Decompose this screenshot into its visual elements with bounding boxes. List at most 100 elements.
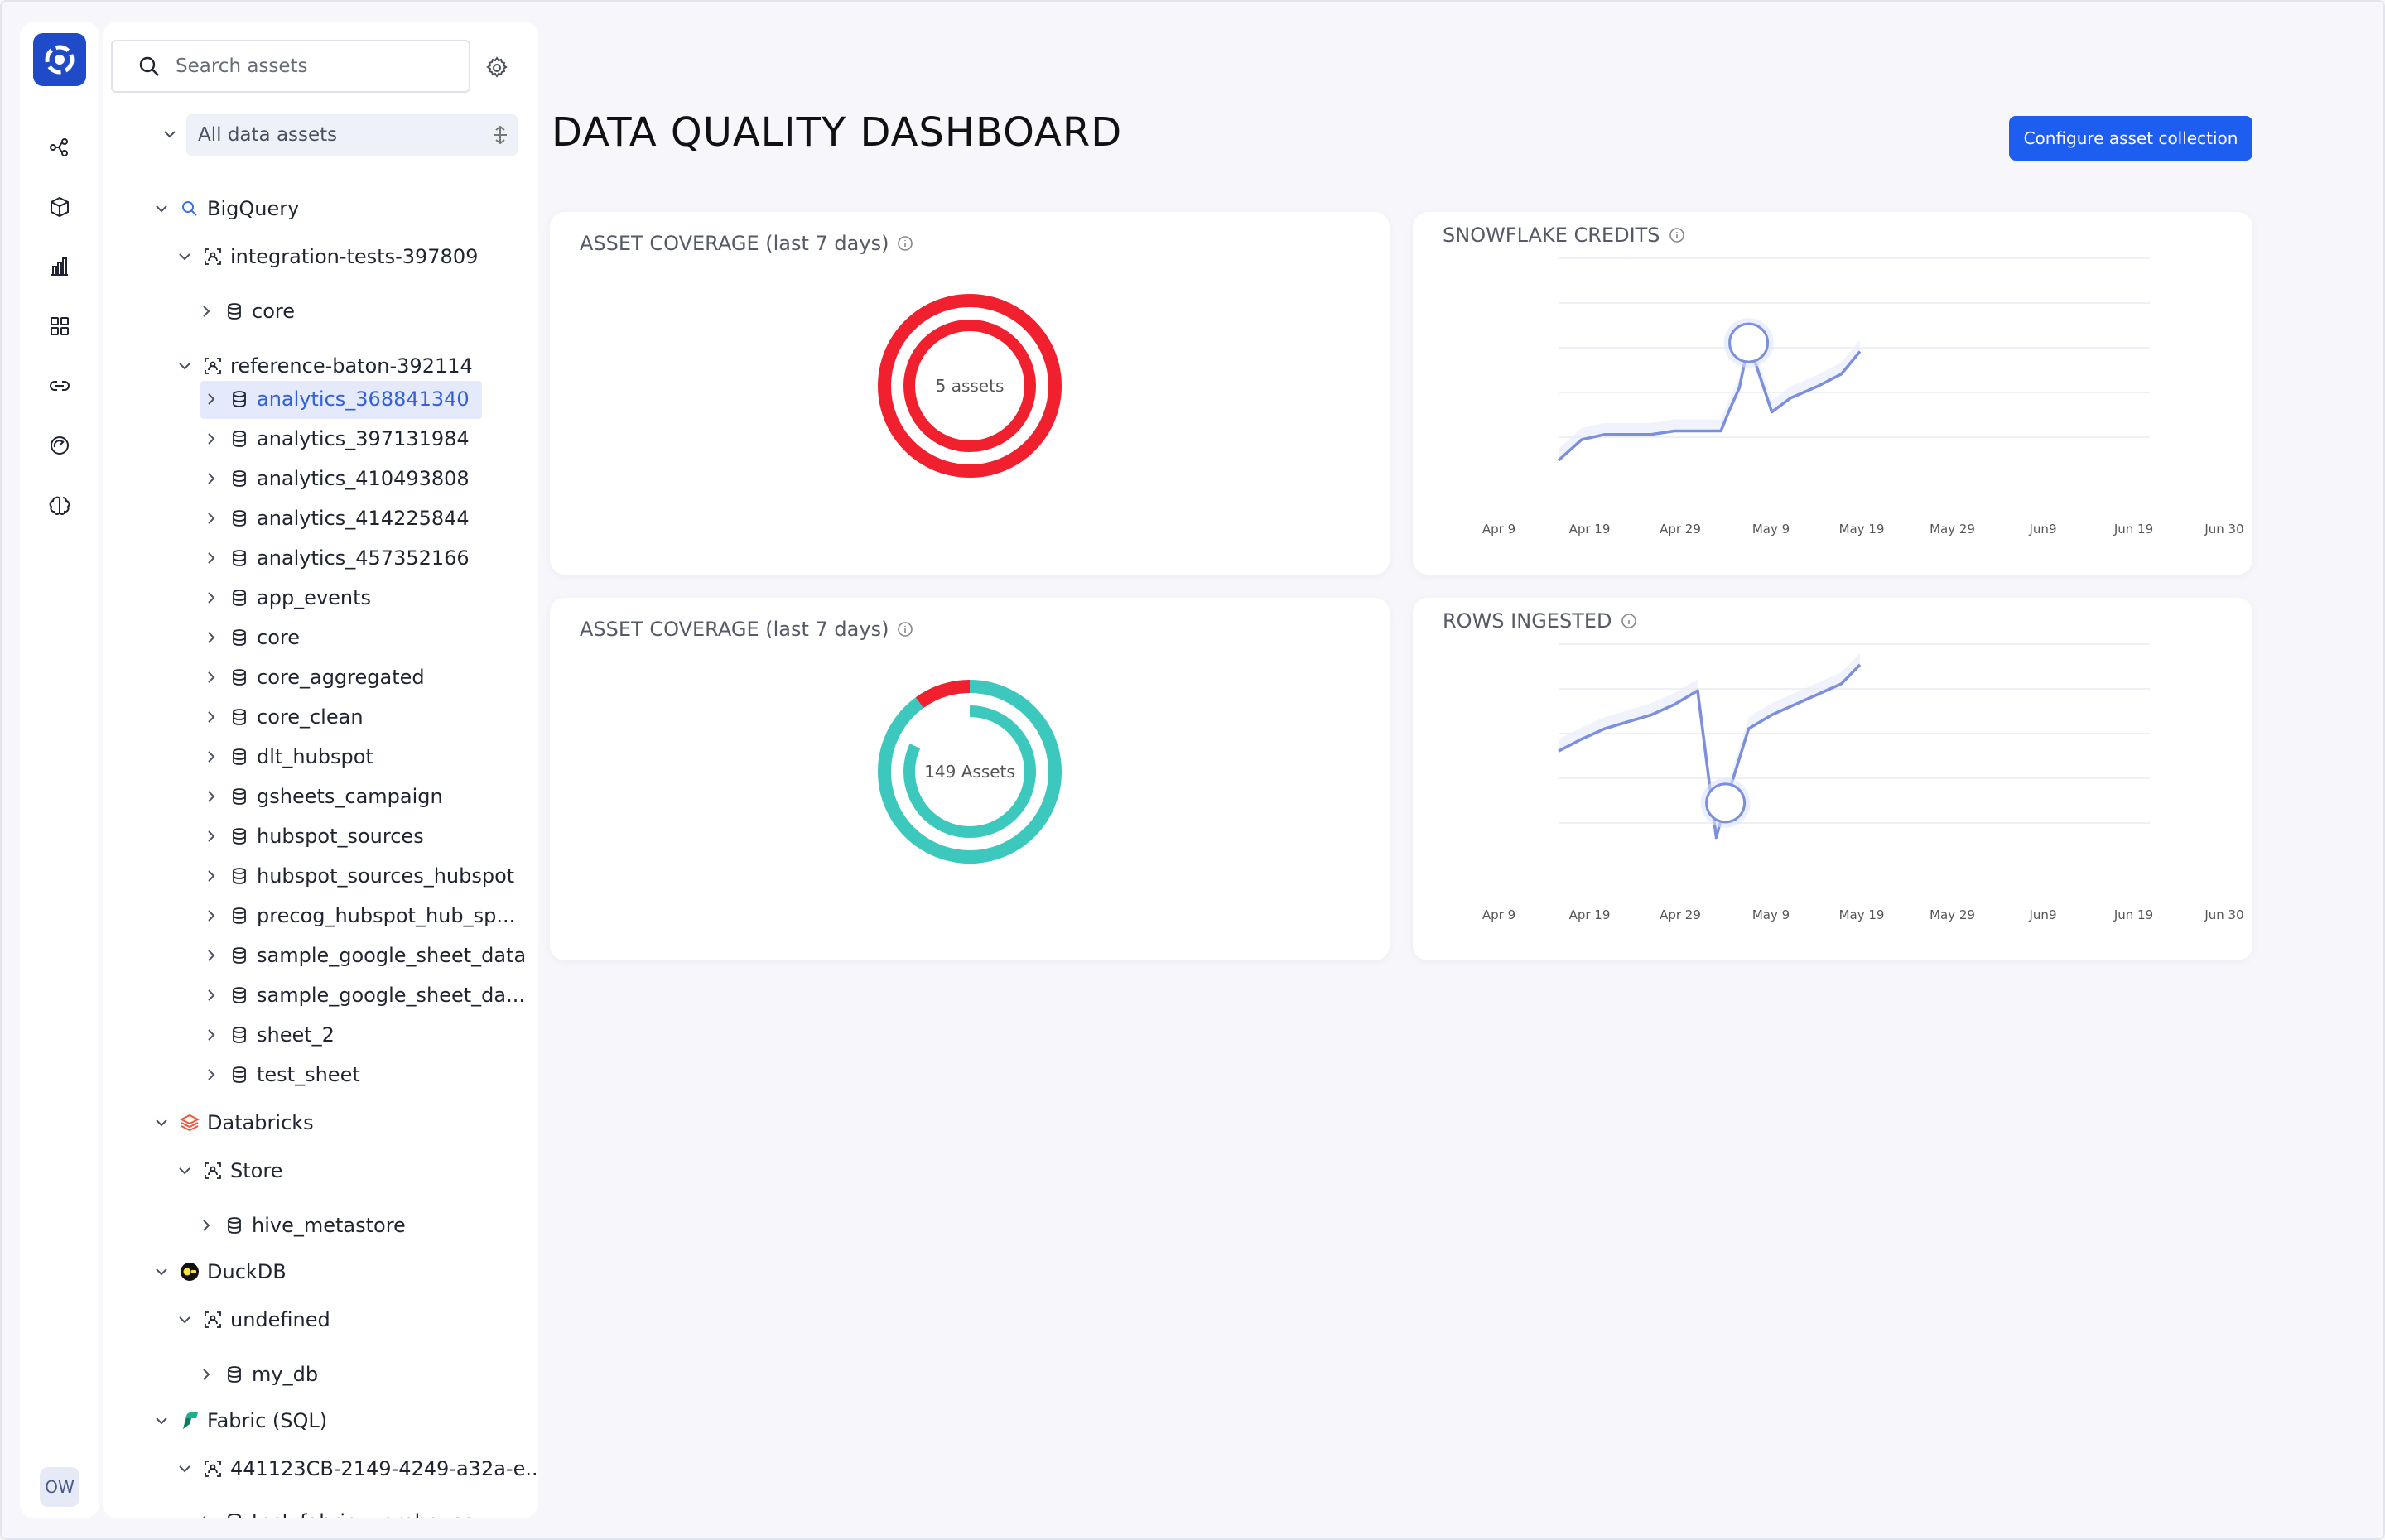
tree-item-label: sample_google_sheet_data — [257, 944, 527, 967]
tree-item-duckdb[interactable]: DuckDB — [151, 1254, 287, 1290]
donut-center-label: 5 assets — [936, 376, 1005, 396]
chevron-right-icon[interactable] — [200, 630, 222, 645]
chevron-right-icon[interactable] — [200, 829, 222, 844]
tree-item-dataset[interactable]: analytics_368841340 — [200, 381, 470, 417]
chevron-right-icon[interactable] — [195, 1218, 217, 1233]
chevron-right-icon[interactable] — [200, 670, 222, 685]
tree-item-dataset[interactable]: hubspot_sources — [200, 818, 424, 854]
search-input[interactable] — [176, 55, 449, 77]
x-tick-label: Apr 29 — [1660, 907, 1701, 922]
gear-icon[interactable] — [482, 53, 512, 83]
tree-item-label: core_aggregated — [257, 666, 425, 689]
x-tick-label: Apr 19 — [1569, 907, 1611, 922]
chevron-right-icon[interactable] — [200, 710, 222, 724]
chevron-right-icon[interactable] — [195, 1514, 217, 1518]
chevron-down-icon[interactable] — [151, 1264, 172, 1279]
user-avatar[interactable]: OW — [40, 1467, 80, 1507]
chevron-down-icon[interactable] — [151, 201, 172, 216]
project-icon — [202, 1311, 224, 1329]
tree-item-project[interactable]: Store — [174, 1153, 282, 1189]
chevron-right-icon[interactable] — [200, 1067, 222, 1082]
tree-item-dataset[interactable]: test_fabric_warehouse — [195, 1504, 475, 1518]
tree-item-project[interactable]: reference-baton-392114 — [174, 348, 473, 384]
tree-item-dataset[interactable]: test_sheet — [200, 1056, 360, 1093]
tree-item-dataset[interactable]: analytics_457352166 — [200, 540, 470, 576]
tree-item-dataset[interactable]: core — [200, 619, 300, 656]
tree-item-dataset[interactable]: sample_google_sheet_data — [200, 937, 526, 974]
chevron-right-icon[interactable] — [200, 511, 222, 526]
tree-item-dataset[interactable]: sheet_2 — [200, 1017, 335, 1053]
grid-icon[interactable] — [45, 311, 75, 341]
x-tick-label: Jun9 — [2029, 907, 2057, 922]
x-tick-label: May 19 — [1839, 907, 1885, 922]
x-tick-label: May 29 — [1930, 522, 1975, 537]
chevron-right-icon[interactable] — [200, 789, 222, 804]
all-data-assets-label: All data assets — [198, 124, 338, 146]
collapse-all-icon[interactable] — [491, 125, 509, 150]
tree-item-dataset[interactable]: precog_hubspot_hub_sp... — [200, 898, 515, 934]
bar-chart-icon[interactable] — [45, 252, 75, 282]
tree-item-label: hubspot_sources_hubspot — [257, 864, 515, 888]
chevron-right-icon[interactable] — [200, 908, 222, 923]
tree-item-bigquery[interactable]: BigQuery — [151, 190, 299, 227]
chevron-down-icon[interactable] — [151, 1413, 172, 1428]
tree-item-dataset[interactable]: analytics_410493808 — [200, 460, 470, 497]
tree-item-dataset[interactable]: core_clean — [200, 699, 364, 735]
tree-item-dataset[interactable]: hive_metastore — [195, 1207, 406, 1244]
tree-item-databricks[interactable]: Databricks — [151, 1104, 314, 1141]
chevron-down-icon[interactable] — [174, 1163, 195, 1178]
chevron-down-icon[interactable] — [151, 1115, 172, 1130]
tree-item-label: precog_hubspot_hub_sp... — [257, 904, 516, 927]
series-line — [1557, 341, 1862, 462]
cube-icon[interactable] — [45, 192, 75, 222]
project-icon — [202, 1460, 224, 1478]
tree-item-project[interactable]: integration-tests-397809 — [174, 238, 478, 275]
chevron-right-icon[interactable] — [195, 1367, 217, 1382]
tree-item-dataset[interactable]: dlt_hubspot — [200, 739, 373, 775]
tree-item-label: undefined — [230, 1308, 330, 1331]
x-tick-label: Jun 19 — [2113, 907, 2153, 922]
asset-coverage-donut-2: 149 Assets — [878, 680, 1062, 864]
tree-item-dataset[interactable]: gsheets_campaign — [200, 778, 443, 815]
tree-item-dataset[interactable]: hubspot_sources_hubspot — [200, 858, 514, 894]
brain-icon[interactable] — [45, 490, 75, 520]
chevron-down-icon[interactable] — [174, 359, 195, 373]
chevron-right-icon[interactable] — [195, 304, 217, 319]
chevron-down-icon[interactable] — [174, 249, 195, 264]
chevron-right-icon[interactable] — [200, 431, 222, 446]
chevron-right-icon[interactable] — [200, 392, 222, 407]
tree-item-dataset[interactable]: sample_google_sheet_da... — [200, 977, 525, 1013]
chevron-right-icon[interactable] — [200, 590, 222, 605]
tree-item-dataset[interactable]: analytics_397131984 — [200, 421, 470, 457]
database-icon — [229, 827, 250, 845]
chevron-right-icon[interactable] — [200, 471, 222, 486]
chevron-right-icon[interactable] — [200, 551, 222, 565]
all-data-assets-row[interactable]: All data assets — [157, 114, 538, 156]
tree-item-dataset[interactable]: my_db — [195, 1356, 318, 1393]
tree-item-label: sheet_2 — [257, 1023, 335, 1047]
lineage-icon[interactable] — [45, 132, 75, 162]
gauge-icon[interactable] — [45, 431, 75, 460]
chevron-right-icon[interactable] — [200, 869, 222, 883]
configure-asset-collection-button[interactable]: Configure asset collection — [2009, 116, 2252, 161]
chevron-down-icon[interactable] — [174, 1312, 195, 1327]
tree-item-dataset[interactable]: analytics_414225844 — [200, 500, 470, 537]
tree-item-dataset[interactable]: core — [195, 293, 295, 330]
link-icon[interactable] — [45, 371, 75, 401]
database-icon — [229, 549, 250, 567]
database-icon — [229, 1066, 250, 1084]
rows-ingested-card: ROWS INGESTED Apr 9 Apr 19 Apr 29 May 9 May … — [1413, 598, 2252, 960]
chevron-right-icon[interactable] — [200, 988, 222, 1003]
tree-item-fabric[interactable]: Fabric (SQL) — [151, 1403, 327, 1439]
chevron-right-icon[interactable] — [200, 1027, 222, 1042]
app-logo[interactable] — [33, 33, 86, 86]
chevron-right-icon[interactable] — [200, 948, 222, 963]
x-tick-label: May 9 — [1752, 522, 1790, 537]
tree-item-dataset[interactable]: app_events — [200, 580, 371, 616]
chevron-right-icon[interactable] — [200, 749, 222, 764]
highlight-point — [1705, 782, 1747, 824]
tree-item-project[interactable]: undefined — [174, 1302, 330, 1338]
tree-item-project[interactable]: 441123CB-2149-4249-a32a-e... — [174, 1451, 538, 1487]
tree-item-dataset[interactable]: core_aggregated — [200, 659, 425, 695]
chevron-down-icon[interactable] — [174, 1461, 195, 1476]
